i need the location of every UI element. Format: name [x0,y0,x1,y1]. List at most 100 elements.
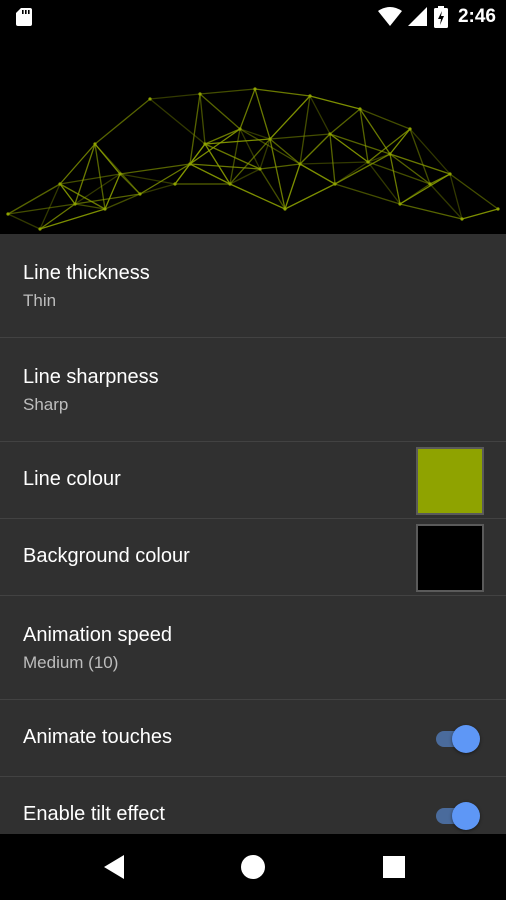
mesh-node [118,172,122,176]
mesh-line [199,93,206,145]
mesh-node [358,107,362,111]
mesh-line [359,108,391,155]
mesh-node [328,132,332,136]
mesh-node [173,182,177,186]
mesh-line [334,183,401,205]
mesh-node [388,152,392,156]
mesh-line [174,163,191,185]
cell-signal-icon [407,7,427,26]
mesh-node [448,172,452,176]
battery-icon [433,6,448,28]
back-button[interactable] [100,853,128,881]
mesh-line [309,95,361,110]
mesh-line [299,133,331,165]
home-button[interactable] [239,853,267,881]
mesh-line [149,93,201,100]
mesh-node [298,162,302,166]
setting-title: Line colour [23,468,121,490]
mesh-node [496,207,500,211]
setting-line-sharpness[interactable]: Line sharpness Sharp [0,338,506,442]
mesh-line [74,143,96,205]
setting-summary: Thin [23,291,57,310]
mesh-line [299,163,336,185]
mesh-node [73,202,77,206]
mesh-node [460,217,464,221]
recents-button[interactable] [380,853,408,881]
wallpaper-preview [0,34,506,234]
mesh-line [39,208,106,230]
mesh-node [308,94,312,98]
mesh-line [309,95,331,135]
mesh-line [139,183,176,195]
setting-title: Enable tilt effect [23,803,165,825]
mesh-line [7,203,76,215]
mesh-line [359,108,369,163]
setting-summary: Medium (10) [23,653,119,672]
setting-animate-touches[interactable]: Animate touches [0,700,506,777]
tilt-effect-toggle[interactable] [434,802,480,830]
mesh-line [259,163,301,170]
mesh-line [399,203,463,220]
mesh-line [299,95,311,165]
setting-line-colour[interactable]: Line colour [0,442,506,519]
mesh-node [238,127,242,131]
mesh-node [398,202,402,206]
mesh-line [59,183,76,205]
mesh-node [198,92,202,96]
home-icon [241,855,265,879]
mesh-line [367,128,411,163]
setting-title: Line thickness [23,262,150,284]
mesh-node [103,207,107,211]
mesh-line [94,98,151,145]
setting-animation-speed[interactable]: Animation speed Medium (10) [0,596,506,700]
mesh-line [329,133,369,163]
clock: 2:46 [457,6,496,27]
mesh-node [203,142,207,146]
mesh-node [148,97,152,101]
mesh-line [461,208,499,220]
mesh-line [299,161,369,165]
mesh-node [408,127,412,131]
mesh-line [367,161,431,185]
mesh-node [38,227,42,231]
mesh-node [138,192,142,196]
settings-list: Line thickness Thin Line sharpness Sharp… [0,234,506,834]
line-colour-swatch[interactable] [416,447,484,515]
mesh-line [329,133,336,185]
mesh-node [283,207,287,211]
mesh-node [228,182,232,186]
setting-background-colour[interactable]: Background colour [0,519,506,596]
mesh-line [59,143,96,185]
mesh-line [389,128,411,155]
line-mesh-graphic [6,87,500,231]
mesh-line [329,133,391,155]
mesh-node [268,137,272,141]
sd-card-icon [16,8,32,26]
mesh-node [93,142,97,146]
mesh-line [229,168,261,185]
mesh-line [429,173,451,185]
mesh-line [254,88,271,140]
mesh-node [333,182,337,186]
navigation-bar [0,834,506,900]
status-bar: 2:46 [0,0,506,34]
mesh-node [258,167,262,171]
mesh-line [229,138,271,185]
setting-summary: Sharp [23,395,69,414]
mesh-line [449,173,499,210]
wifi-icon [377,7,402,26]
mesh-node [366,160,370,164]
mesh-line [399,173,451,205]
mesh-line [119,163,191,175]
mesh-node [6,212,10,216]
mesh-node [58,182,62,186]
mesh-node [253,87,257,91]
setting-enable-tilt-effect[interactable]: Enable tilt effect [0,777,506,834]
mesh-line [329,108,361,135]
animate-touches-toggle[interactable] [434,725,480,753]
setting-title: Line sharpness [23,366,159,388]
mesh-line [199,88,256,95]
mesh-line [189,128,241,165]
setting-line-thickness[interactable]: Line thickness Thin [0,234,506,338]
background-colour-swatch[interactable] [416,524,484,592]
